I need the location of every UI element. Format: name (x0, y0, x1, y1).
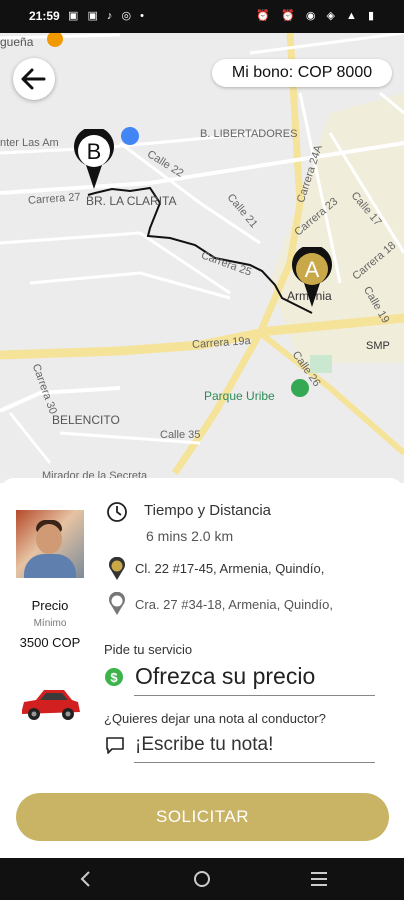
map-label: nter Las Am (0, 137, 59, 149)
note-underline (134, 762, 375, 763)
service-label: Pide tu servicio (104, 642, 193, 657)
system-icons: ⏰ ⏰ ◉ ◈ ▲ ▮ (256, 10, 378, 22)
pin-a-icon (109, 557, 125, 580)
trip-time-distance: 6 mins 2.0 km (146, 528, 234, 544)
clock-icon (107, 502, 127, 522)
map-label: gueña (0, 35, 34, 49)
price-min-label: Mínimo (33, 618, 67, 629)
nav-home-icon[interactable] (192, 869, 212, 889)
map-label: Parque Uribe (204, 389, 275, 403)
origin-address[interactable]: Cl. 22 #17-45, Armenia, Quindío, (135, 561, 324, 576)
pin-b-icon (109, 592, 125, 615)
red-car-icon (22, 690, 80, 720)
price-title: Precio (31, 598, 69, 613)
back-button[interactable] (13, 58, 55, 100)
notification-icons: ▣ ▣ ♪ ◎ • (68, 10, 147, 22)
destination-address[interactable]: Cra. 27 #34-18, Armenia, Quindío, (135, 597, 333, 612)
note-input[interactable]: ¡Escribe tu nota! (135, 734, 273, 756)
dollar-icon: $ (105, 668, 123, 686)
marker-b-icon[interactable]: B (72, 129, 116, 191)
status-time: 21:59 (29, 9, 60, 23)
system-nav-bar (0, 858, 404, 900)
chat-bubble-icon (106, 737, 124, 754)
marker-b-label: B (87, 139, 102, 164)
map-label: B. LIBERTADORES (200, 128, 298, 140)
map-label: SMP (366, 340, 390, 352)
note-question: ¿Quieres dejar una nota al conductor? (104, 711, 326, 726)
status-bar: 21:59 ▣ ▣ ♪ ◎ • ⏰ ⏰ ◉ ◈ ▲ ▮ (0, 0, 404, 33)
bonus-badge: Mi bono: COP 8000 (212, 59, 392, 87)
svg-text:$: $ (110, 670, 118, 685)
map-label: BR. LA CLARITA (86, 194, 177, 208)
marker-a-label: A (305, 257, 320, 282)
offer-price-input[interactable]: Ofrezca su precio (135, 663, 315, 690)
nav-menu-icon[interactable] (308, 869, 330, 889)
arrow-left-icon (21, 68, 46, 90)
route-map[interactable]: gueña nter Las Am B. LIBERTADORES Calle … (0, 33, 404, 483)
price-value: 3500 COP (19, 635, 81, 650)
driver-avatar (16, 510, 84, 578)
map-label: Calle 35 (160, 429, 201, 441)
map-label: BELENCITO (52, 413, 120, 427)
request-button[interactable]: SOLICITAR (16, 793, 389, 841)
marker-a-icon[interactable]: A (290, 247, 334, 309)
nav-back-icon[interactable] (76, 869, 96, 889)
trip-heading: Tiempo y Distancia (144, 502, 271, 519)
offer-price-underline (134, 695, 375, 696)
